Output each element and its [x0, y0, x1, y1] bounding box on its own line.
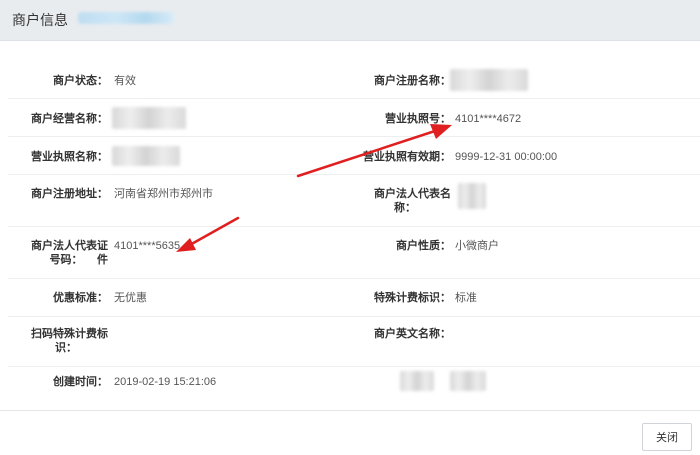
- info-row: 商户法人代表证件 号码： 4101****5635 商户性质： 小微商户: [8, 227, 700, 279]
- legal-rep-label-line2: 称：: [394, 202, 416, 214]
- footer-divider: [0, 410, 700, 411]
- dialog-header: 商户信息: [0, 0, 700, 41]
- info-row: 创建时间： 2019-02-19 15:21:06: [8, 367, 700, 403]
- special-fee-value: 标准: [455, 292, 477, 304]
- status-label: 商户状态：: [53, 75, 108, 87]
- info-row: 商户注册地址： 河南省郑州市郑州市 商户法人代表名 称：: [8, 175, 700, 227]
- info-row: 扫码特殊计费标 识： 商户英文名称：: [8, 317, 700, 367]
- merchant-type-label: 商户性质：: [396, 240, 451, 252]
- redacted-reg-name: [450, 69, 528, 91]
- merchant-type-value: 小微商户: [455, 240, 499, 252]
- redacted-extra-1: [400, 371, 434, 391]
- dialog-title: 商户信息: [12, 12, 68, 28]
- redacted-legal-rep: [458, 183, 486, 209]
- created-value: 2019-02-19 15:21:06: [114, 376, 217, 388]
- info-row: 营业执照名称： 营业执照有效期： 9999-12-31 00:00:00: [8, 137, 700, 175]
- special-fee-label: 特殊计费标识：: [374, 292, 451, 304]
- created-label: 创建时间：: [53, 376, 108, 388]
- discount-value: 无优惠: [114, 292, 147, 304]
- license-valid-label: 营业执照有效期：: [363, 151, 451, 163]
- info-row: 优惠标准： 无优惠 特殊计费标识： 标准: [8, 279, 700, 317]
- redacted-license-name: [112, 146, 180, 166]
- discount-label: 优惠标准：: [53, 292, 108, 304]
- redacted-extra-2: [450, 371, 486, 391]
- legal-id-value: 4101****5635: [114, 240, 181, 252]
- license-no-label: 营业执照号：: [385, 113, 451, 125]
- info-row: 商户经营名称： 营业执照号： 4101****4672: [8, 99, 700, 137]
- scan-fee-label-line1: 扫码特殊计费标: [31, 328, 108, 340]
- info-row: 商户状态： 有效 商户注册名称：: [8, 61, 700, 99]
- redacted-biz-name: [112, 107, 186, 129]
- legal-id-label-line2: 号码：: [49, 254, 83, 266]
- legal-rep-label-line1: 商户法人代表名: [374, 188, 451, 200]
- scan-fee-label-line2: 识：: [55, 342, 77, 354]
- reg-name-label: 商户注册名称：: [374, 75, 451, 87]
- license-valid-value: 9999-12-31 00:00:00: [455, 151, 558, 163]
- license-no-value: 4101****4672: [455, 113, 522, 125]
- en-name-label: 商户英文名称：: [374, 328, 451, 340]
- reg-address-label: 商户注册地址：: [31, 188, 108, 200]
- status-value: 有效: [114, 75, 136, 87]
- close-button[interactable]: 关闭: [642, 423, 692, 451]
- reg-address-value: 河南省郑州市郑州市: [114, 188, 213, 200]
- license-name-label: 营业执照名称：: [31, 151, 108, 163]
- biz-name-label: 商户经营名称：: [31, 113, 108, 125]
- redacted-merchant-id: [78, 12, 174, 24]
